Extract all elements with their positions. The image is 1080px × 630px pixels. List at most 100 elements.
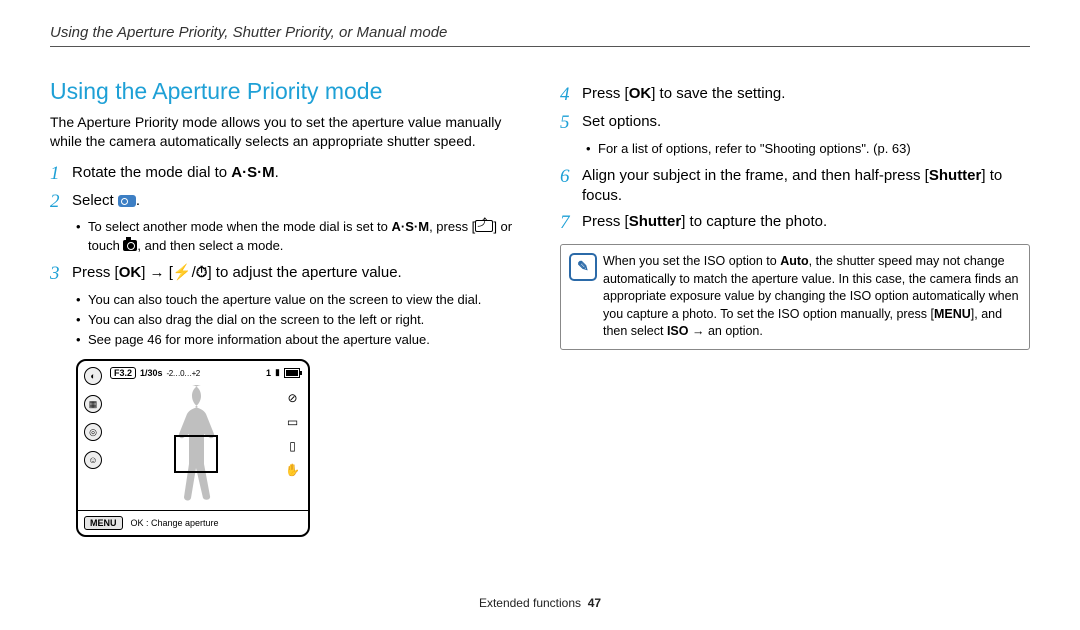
arrow-icon: →	[688, 324, 707, 338]
shutter-label: Shutter	[929, 167, 982, 184]
text: Rotate the mode dial to	[72, 164, 231, 181]
step-list-right: 4 Press [OK] to save the setting. 5 Set …	[560, 84, 1030, 134]
sub-bullet: To select another mode when the mode dia…	[76, 218, 520, 254]
info-note: When you set the ISO option to Auto, the…	[560, 244, 1030, 350]
flash-icon: ⚡	[173, 264, 192, 281]
step-number: 4	[560, 84, 582, 106]
ok-button-glyph: OK	[119, 264, 142, 281]
step-number: 5	[560, 112, 582, 134]
step-text: Set options.	[582, 112, 1030, 132]
section-intro: The Aperture Priority mode allows you to…	[50, 113, 520, 151]
lcd-target-icon: ◎	[84, 423, 102, 441]
content-columns: Using the Aperture Priority mode The Ape…	[50, 78, 1030, 537]
sub-bullet: You can also touch the aperture value on…	[76, 291, 520, 309]
text: Select	[72, 192, 118, 209]
step-text: Align your subject in the frame, and the…	[582, 166, 1030, 207]
aperture-mode-icon	[118, 195, 136, 207]
step-number: 1	[50, 163, 72, 185]
text: When you set the ISO option to	[603, 254, 780, 268]
lcd-af-icon: ▦	[84, 395, 102, 413]
step-2-sublist: To select another mode when the mode dia…	[76, 218, 520, 254]
lcd-ev-scale: -2…0…+2	[167, 369, 200, 378]
text: Press [	[582, 213, 629, 230]
left-column: Using the Aperture Priority mode The Ape…	[50, 78, 520, 537]
asm-icon: A·S·M	[231, 164, 274, 181]
step-2: 2 Select .	[50, 191, 520, 213]
step-number: 6	[560, 166, 582, 188]
step-1: 1 Rotate the mode dial to A·S·M.	[50, 163, 520, 185]
focus-frame	[174, 435, 218, 473]
text: ] to capture the photo.	[681, 213, 827, 230]
menu-button-glyph: MENU	[934, 307, 971, 321]
battery-icon	[284, 368, 300, 378]
lcd-left-icons: ◐ ▦ ◎ ☺	[84, 367, 102, 469]
step-text: Press [OK] → [⚡/⏱] to adjust the apertur…	[72, 263, 520, 283]
manual-page: Using the Aperture Priority, Shutter Pri…	[0, 0, 1080, 630]
text: Press [	[72, 264, 119, 281]
step-7: 7 Press [Shutter] to capture the photo.	[560, 212, 1030, 234]
step-text: Press [Shutter] to capture the photo.	[582, 212, 1030, 232]
text: ] to adjust the aperture value.	[207, 264, 401, 281]
step-6: 6 Align your subject in the frame, and t…	[560, 166, 1030, 207]
lcd-menu-button: MENU	[84, 516, 123, 530]
auto-label: Auto	[780, 254, 808, 268]
step-number: 7	[560, 212, 582, 234]
step-text: Rotate the mode dial to A·S·M.	[72, 163, 520, 183]
lcd-mode-icon: ◐	[84, 367, 102, 385]
step-5-sublist: For a list of options, refer to "Shootin…	[586, 140, 1030, 158]
step-number: 3	[50, 263, 72, 285]
section-title: Using the Aperture Priority mode	[50, 78, 520, 105]
step-4: 4 Press [OK] to save the setting.	[560, 84, 1030, 106]
step-list-left-2: 3 Press [OK] → [⚡/⏱] to adjust the apert…	[50, 263, 520, 285]
text: [	[165, 264, 173, 281]
text: , press [	[429, 219, 475, 234]
text: ]	[141, 264, 149, 281]
no-flash-icon: ⊘	[287, 391, 297, 405]
note-icon	[569, 253, 597, 281]
arrow-icon: →	[150, 264, 165, 281]
camera-icon	[123, 240, 137, 251]
ok-button-glyph: OK	[629, 85, 652, 102]
text: To select another mode when the mode dia…	[88, 219, 392, 234]
page-footer: Extended functions 47	[0, 596, 1080, 610]
shutter-label: Shutter	[629, 213, 682, 230]
back-icon	[475, 220, 493, 232]
step-text: Select .	[72, 191, 520, 211]
lcd-bottom-bar: MENU OK : Change aperture	[78, 510, 308, 535]
sub-bullet: You can also drag the dial on the screen…	[76, 311, 520, 329]
lcd-hint: OK : Change aperture	[131, 518, 219, 528]
running-header: Using the Aperture Priority, Shutter Pri…	[50, 24, 1030, 41]
lcd-face-icon: ☺	[84, 451, 102, 469]
right-column: 4 Press [OK] to save the setting. 5 Set …	[560, 78, 1030, 537]
step-list-right-2: 6 Align your subject in the frame, and t…	[560, 166, 1030, 234]
size-icon: ▭	[287, 415, 298, 429]
step-text: Press [OK] to save the setting.	[582, 84, 1030, 104]
page-number: 47	[588, 596, 601, 610]
sub-bullet: See page 46 for more information about t…	[76, 331, 520, 349]
sub-bullet: For a list of options, refer to "Shootin…	[586, 140, 1030, 158]
text: .	[136, 192, 140, 209]
stabilizer-icon: ✋	[285, 463, 300, 477]
step-3-sublist: You can also touch the aperture value on…	[76, 291, 520, 350]
iso-label: ISO	[667, 324, 689, 338]
lcd-top-bar: F3.2 1/30s -2…0…+2	[110, 367, 200, 379]
timer-icon: ⏱	[196, 264, 208, 281]
text: Press [	[582, 85, 629, 102]
text: an option.	[708, 324, 763, 338]
lcd-aperture-value: F3.2	[110, 367, 136, 379]
lcd-shutter-value: 1/30s	[140, 368, 163, 378]
camera-lcd-illustration: ◐ ▦ ◎ ☺ F3.2 1/30s -2…0…+2 1 ▮ ⊘ ▭	[76, 359, 310, 537]
header-rule	[50, 46, 1030, 47]
text: Align your subject in the frame, and the…	[582, 167, 929, 184]
step-list-left: 1 Rotate the mode dial to A·S·M. 2 Selec…	[50, 163, 520, 213]
text: .	[275, 164, 279, 181]
text: , and then select a mode.	[137, 238, 283, 253]
lcd-right-icons: ⊘ ▭ ▯ ✋	[285, 391, 300, 477]
quality-icon: ▯	[289, 439, 296, 453]
lcd-top-right: 1 ▮	[266, 367, 300, 378]
step-5: 5 Set options.	[560, 112, 1030, 134]
asm-icon: A·S·M	[392, 219, 430, 234]
lcd-shot-count: 1	[266, 368, 271, 378]
text: ] to save the setting.	[651, 85, 785, 102]
footer-section: Extended functions	[479, 596, 581, 610]
